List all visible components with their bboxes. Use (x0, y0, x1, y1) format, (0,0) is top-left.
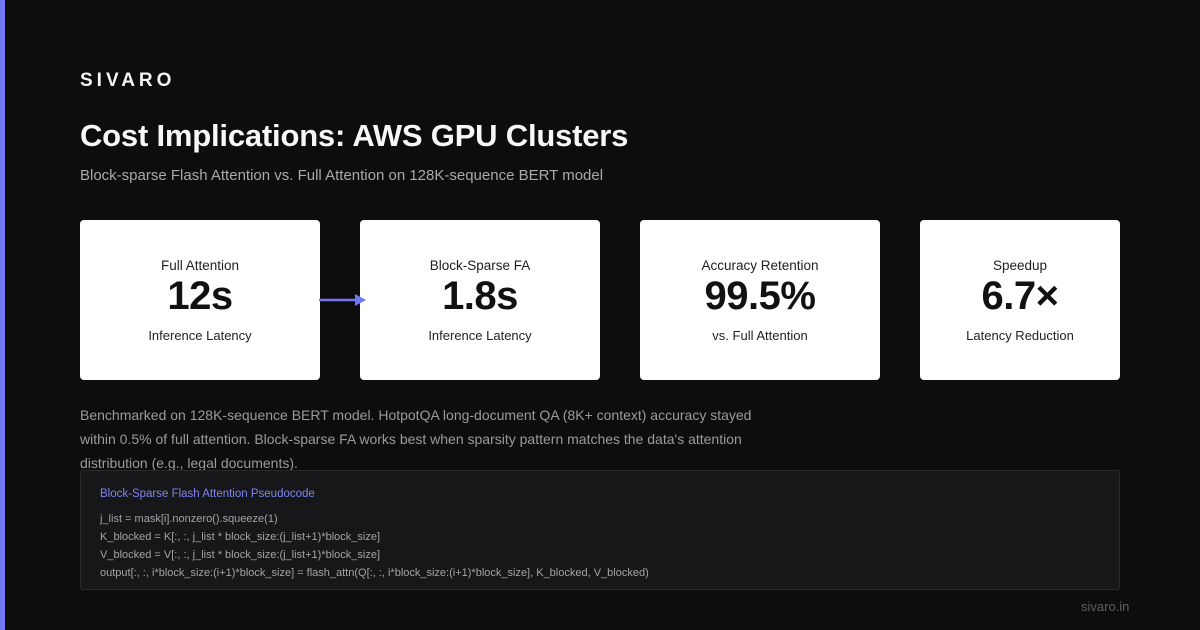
accent-bar (0, 0, 5, 630)
metric-value: 12s (167, 274, 233, 318)
metric-value: 6.7× (981, 274, 1059, 318)
metric-label: Speedup (992, 258, 1048, 273)
code-line: output[:, :, i*block_size:(i+1)*block_si… (100, 567, 649, 579)
footer-url: sivaro.in (1081, 599, 1130, 614)
metric-card-speedup: Speedup 6.7× Latency Reduction (920, 220, 1120, 380)
code-block: Block-Sparse Flash Attention Pseudocode … (80, 470, 1120, 590)
code-line: K_blocked = K[:, :, j_list * block_size:… (100, 531, 381, 543)
code-line: V_blocked = V[:, :, j_list * block_size:… (100, 549, 381, 561)
benchmark-note: Benchmarked on 128K-sequence BERT model.… (80, 407, 752, 471)
metric-caption: Inference Latency (148, 328, 252, 343)
code-line: j_list = mask[i].nonzero().squeeze(1) (100, 513, 278, 525)
metric-card-full-attention: Full Attention 12s Inference Latency (80, 220, 320, 380)
code-title: Block-Sparse Flash Attention Pseudocode (100, 488, 315, 500)
metric-value: 99.5% (704, 274, 816, 318)
metric-card-accuracy: Accuracy Retention 99.5% vs. Full Attent… (640, 220, 880, 380)
page-title: Cost Implications: AWS GPU Clusters (80, 118, 629, 153)
metric-label: Block-Sparse FA (429, 258, 531, 273)
brand-logo: SIVARO (80, 70, 176, 91)
metric-card-block-sparse: Block-Sparse FA 1.8s Inference Latency (360, 220, 600, 380)
arrow-right-icon (319, 294, 366, 306)
metric-caption: Inference Latency (428, 328, 532, 343)
metric-label: Accuracy Retention (701, 258, 819, 273)
metric-label: Full Attention (160, 258, 240, 273)
metric-caption: vs. Full Attention (712, 328, 808, 343)
code-lines: j_list = mask[i].nonzero().squeeze(1) K_… (100, 510, 649, 582)
metric-value: 1.8s (442, 274, 518, 318)
page-subtitle: Block-sparse Flash Attention vs. Full At… (80, 167, 604, 184)
metric-caption: Latency Reduction (966, 328, 1074, 343)
